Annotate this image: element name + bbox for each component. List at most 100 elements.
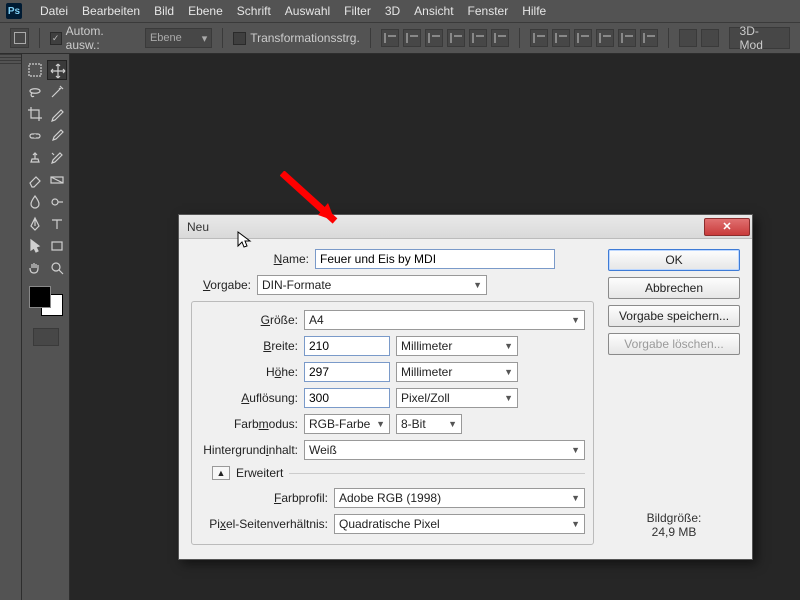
menu-auswahl[interactable]: Auswahl [285,4,330,18]
menu-schrift[interactable]: Schrift [237,4,271,18]
options-bar: ✓ Autom. ausw.: Ebene▾ Transformationsst… [0,22,800,54]
align-icon[interactable] [469,29,487,47]
cancel-button[interactable]: Abbrechen [608,277,740,299]
save-preset-button[interactable]: Vorgabe speichern... [608,305,740,327]
distribute-icons [530,29,658,47]
distribute-icon[interactable] [552,29,570,47]
distribute-icon[interactable] [596,29,614,47]
type-tool-icon[interactable] [47,214,67,234]
healing-brush-tool-icon[interactable] [25,126,45,146]
crop-tool-icon[interactable] [25,104,45,124]
align-icon[interactable] [403,29,421,47]
color-profile-value: Adobe RGB (1998) [339,491,441,505]
resolution-unit-select[interactable]: Pixel/Zoll▼ [396,388,518,408]
foreground-swatch[interactable] [29,286,51,308]
history-brush-tool-icon[interactable] [47,148,67,168]
menu-bearbeiten[interactable]: Bearbeiten [82,4,140,18]
auto-align-icon[interactable] [679,29,697,47]
distribute-icon[interactable] [640,29,658,47]
color-mode-label: Farbmodus: [200,417,298,431]
size-value: A4 [309,313,324,327]
magic-wand-tool-icon[interactable] [47,82,67,102]
menu-hilfe[interactable]: Hilfe [522,4,546,18]
pixel-aspect-select[interactable]: Quadratische Pixel▼ [334,514,585,534]
eyedropper-tool-icon[interactable] [47,104,67,124]
auto-align-icons [679,29,719,47]
image-size-value: 24,9 MB [608,525,740,539]
menu-fenster[interactable]: Fenster [468,4,509,18]
size-group: Größe: A4▼ Breite: Millimeter▼ Höhe: Mil… [191,301,594,545]
gradient-tool-icon[interactable] [47,170,67,190]
align-icons [381,29,509,47]
width-input[interactable] [304,336,390,356]
blur-tool-icon[interactable] [25,192,45,212]
workspace-tab[interactable]: 3D-Mod [729,27,790,49]
color-mode-value: RGB-Farbe [309,417,370,431]
menu-ebene[interactable]: Ebene [188,4,223,18]
toolbox [22,54,70,600]
menu-datei[interactable]: Datei [40,4,68,18]
advanced-toggle[interactable]: ▲ [212,466,230,480]
transform-controls-checkbox[interactable] [233,32,246,45]
height-unit-select[interactable]: Millimeter▼ [396,362,518,382]
close-button[interactable]: ✕ [704,218,750,236]
preset-label: Vorgabe: [191,278,251,292]
new-document-dialog: Neu ✕ Name: Vorgabe: DIN-Formate▼ G [178,214,753,560]
menu-ansicht[interactable]: Ansicht [414,4,453,18]
auto-align-icon[interactable] [701,29,719,47]
width-unit-select[interactable]: Millimeter▼ [396,336,518,356]
hand-tool-icon[interactable] [25,258,45,278]
color-profile-label: Farbprofil: [200,491,328,505]
distribute-icon[interactable] [574,29,592,47]
height-unit-value: Millimeter [401,365,452,379]
dialog-titlebar[interactable]: Neu ✕ [179,215,752,239]
lasso-tool-icon[interactable] [25,82,45,102]
transform-controls-option[interactable]: Transformationsstrg. [233,31,360,45]
rectangle-tool-icon[interactable] [47,236,67,256]
align-icon[interactable] [425,29,443,47]
path-selection-tool-icon[interactable] [25,236,45,256]
size-select[interactable]: A4▼ [304,310,585,330]
clone-stamp-tool-icon[interactable] [25,148,45,168]
height-label: Höhe: [200,365,298,379]
auto-select-target[interactable]: Ebene▾ [145,28,212,48]
pen-tool-icon[interactable] [25,214,45,234]
preset-value: DIN-Formate [262,278,331,292]
align-icon[interactable] [447,29,465,47]
move-tool-icon[interactable] [47,60,67,80]
quick-mask-icon[interactable] [33,328,59,346]
color-mode-select[interactable]: RGB-Farbe▼ [304,414,390,434]
annotation-arrow [280,171,360,231]
pixel-aspect-value: Quadratische Pixel [339,517,440,531]
name-input[interactable] [315,249,555,269]
resolution-input[interactable] [304,388,390,408]
marquee-tool-icon[interactable] [25,60,45,80]
resolution-unit-value: Pixel/Zoll [401,391,450,405]
auto-select-option[interactable]: ✓ Autom. ausw.: [50,24,135,52]
pixel-aspect-label: Pixel-Seitenverhältnis: [200,517,328,531]
bit-depth-select[interactable]: 8-Bit▼ [396,414,462,434]
height-input[interactable] [304,362,390,382]
separator [668,28,669,48]
dodge-tool-icon[interactable] [47,192,67,212]
align-icon[interactable] [491,29,509,47]
resolution-label: Auflösung: [200,391,298,405]
preset-select[interactable]: DIN-Formate▼ [257,275,487,295]
separator [39,28,40,48]
color-swatches[interactable] [29,286,63,316]
brush-tool-icon[interactable] [47,126,67,146]
align-icon[interactable] [381,29,399,47]
distribute-icon[interactable] [530,29,548,47]
menu-filter[interactable]: Filter [344,4,371,18]
zoom-tool-icon[interactable] [47,258,67,278]
eraser-tool-icon[interactable] [25,170,45,190]
distribute-icon[interactable] [618,29,636,47]
color-profile-select[interactable]: Adobe RGB (1998)▼ [334,488,585,508]
ok-button[interactable]: OK [608,249,740,271]
auto-select-checkbox[interactable]: ✓ [50,32,62,45]
move-tool-icon[interactable] [10,28,29,48]
menu-3d[interactable]: 3D [385,4,400,18]
background-select[interactable]: Weiß▼ [304,440,585,460]
menu-bild[interactable]: Bild [154,4,174,18]
app-logo: Ps [6,3,22,19]
